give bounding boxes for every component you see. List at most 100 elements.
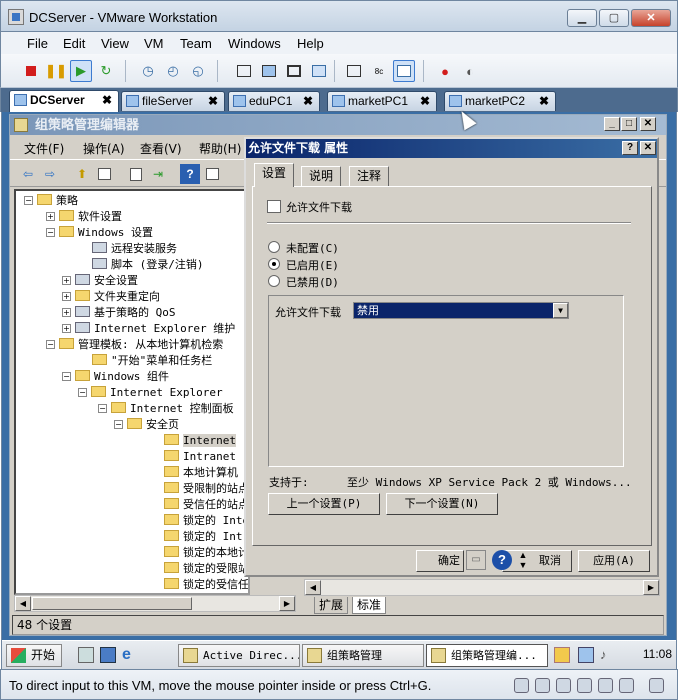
radio-not-configured-label[interactable]: 未配置(C) — [286, 240, 339, 256]
tree-node[interactable]: − 安全页 — [114, 417, 179, 433]
sound-card-icon[interactable] — [598, 678, 613, 693]
tray-alert-icon[interactable] — [554, 647, 570, 663]
power-off-icon[interactable] — [20, 60, 42, 82]
tree-node[interactable]: + 软件设置 — [46, 209, 122, 225]
menu-file[interactable]: File — [27, 36, 48, 51]
tree-node[interactable]: 锁定的受限站点 — [164, 561, 248, 577]
full-screen-icon[interactable] — [283, 60, 305, 82]
tree-node[interactable]: Internet — [164, 433, 236, 449]
previous-setting-button[interactable]: 上一个设置(P) — [268, 493, 380, 515]
menu-windows[interactable]: Windows — [228, 36, 281, 51]
tree-node[interactable]: + 安全设置 — [62, 273, 138, 289]
collapse-icon[interactable]: − — [46, 340, 55, 349]
collapse-icon[interactable]: − — [78, 388, 87, 397]
tree-node[interactable]: 本地计算机 — [164, 465, 238, 481]
sidebar-toggle-icon[interactable] — [233, 60, 255, 82]
record-icon[interactable]: ● — [434, 60, 456, 82]
back-icon[interactable]: ⇦ — [18, 164, 38, 184]
collapse-icon[interactable]: − — [114, 420, 123, 429]
tab-dcserver[interactable]: DCServer ✖ — [9, 90, 119, 112]
collapse-icon[interactable]: − — [62, 372, 71, 381]
tab-fileserver[interactable]: fileServer ✖ — [121, 91, 225, 111]
cd-drive-icon[interactable] — [535, 678, 550, 693]
tab-close-icon[interactable]: ✖ — [303, 92, 313, 110]
properties-icon[interactable] — [126, 164, 146, 184]
start-button[interactable]: 开始 — [6, 644, 62, 667]
tab-close-icon[interactable]: ✖ — [420, 92, 430, 110]
tray-volume-icon[interactable]: ♪ — [600, 647, 616, 663]
menu-file[interactable]: 文件(F) — [24, 140, 64, 157]
tab-standard[interactable]: 标准 — [352, 597, 387, 614]
tree-node[interactable]: − Internet 控制面板 — [98, 401, 234, 417]
tab-marketpc1[interactable]: marketPC1 ✖ — [327, 91, 437, 111]
export-list-icon[interactable]: ⇥ — [148, 164, 168, 184]
collapse-icon[interactable]: − — [98, 404, 107, 413]
scroll-left-icon[interactable]: ◀ — [15, 596, 31, 611]
network-adapter-icon[interactable] — [577, 678, 592, 693]
expand-icon[interactable]: + — [62, 276, 71, 285]
tree-node[interactable]: "开始"菜单和任务栏 — [92, 353, 212, 369]
option-select[interactable]: 禁用 ▼ — [353, 302, 569, 319]
menu-view[interactable]: 查看(V) — [140, 140, 182, 157]
scroll-right-icon[interactable]: ▶ — [279, 596, 295, 611]
details-horizontal-scrollbar[interactable]: ◀ ▶ — [304, 579, 660, 596]
tab-close-icon[interactable]: ✖ — [539, 92, 549, 110]
scroll-left-icon[interactable]: ◀ — [305, 580, 321, 595]
tab-comment[interactable]: 注释 — [349, 166, 390, 186]
menu-view[interactable]: View — [101, 36, 129, 51]
quick-switch-icon[interactable] — [258, 60, 280, 82]
help-icon[interactable]: ? — [492, 550, 512, 570]
menu-edit[interactable]: Edit — [63, 36, 85, 51]
spinner-icon[interactable]: ▲ ▼ — [517, 550, 529, 570]
keyboard-icon[interactable]: ▭ — [466, 550, 486, 570]
menu-help[interactable]: Help — [297, 36, 324, 51]
tree-node[interactable]: + 基于策略的 QoS — [62, 305, 176, 321]
radio-enabled[interactable] — [268, 258, 280, 270]
show-tree-icon[interactable] — [94, 164, 114, 184]
unity-icon[interactable] — [308, 60, 330, 82]
tree-node[interactable]: − Internet Explorer — [78, 385, 223, 401]
menu-team[interactable]: Team — [180, 36, 212, 51]
revert-snapshot-icon[interactable]: ◴ — [162, 60, 184, 82]
apply-button[interactable]: 应用(A) — [578, 550, 650, 572]
expand-icon[interactable]: + — [46, 212, 55, 221]
tree-node[interactable]: 脚本 (登录/注销) — [92, 257, 204, 273]
radio-enabled-label[interactable]: 已启用(E) — [286, 257, 339, 273]
tree-node[interactable]: 锁定的 Intranet — [164, 529, 248, 545]
tree-node[interactable]: 锁定的受信任的站点 — [164, 577, 248, 593]
minimize-button[interactable]: ▁ — [567, 9, 597, 27]
tab-explain[interactable]: 说明 — [301, 166, 342, 186]
snapshot-manager-icon[interactable]: ◵ — [187, 60, 209, 82]
up-folder-icon[interactable]: ⬆ — [72, 164, 92, 184]
summary-view-icon[interactable]: 8c — [368, 60, 390, 82]
tree-node[interactable]: 锁定的本地计算机 — [164, 545, 248, 561]
snapshot-icon[interactable]: ◷ — [137, 60, 159, 82]
collapse-icon[interactable]: − — [46, 228, 55, 237]
next-setting-button[interactable]: 下一个设置(N) — [386, 493, 498, 515]
filter-icon[interactable] — [202, 164, 222, 184]
replay-icon[interactable]: ◐ — [459, 60, 481, 82]
menu-help[interactable]: 帮助(H) — [199, 140, 241, 157]
tab-extended[interactable]: 扩展 — [314, 597, 349, 614]
tab-close-icon[interactable]: ✖ — [208, 92, 218, 110]
scroll-thumb[interactable] — [32, 597, 192, 610]
tree-node[interactable]: 锁定的 Internet — [164, 513, 248, 529]
tree-node[interactable]: Intranet — [164, 449, 236, 465]
cancel-button[interactable]: 取消 — [502, 550, 572, 572]
gpo-close-button[interactable]: ✕ — [640, 117, 656, 131]
tree-node[interactable]: − Windows 组件 — [62, 369, 169, 385]
dialog-help-button[interactable]: ? — [622, 141, 638, 155]
collapse-icon[interactable]: − — [24, 196, 33, 205]
tree-node[interactable]: + 文件夹重定向 — [62, 289, 160, 305]
console-view-icon[interactable] — [343, 60, 365, 82]
tab-edupc1[interactable]: eduPC1 ✖ — [228, 91, 320, 111]
radio-disabled-label[interactable]: 已禁用(D) — [286, 274, 339, 290]
menu-action[interactable]: 操作(A) — [83, 140, 125, 157]
expand-icon[interactable]: + — [62, 324, 71, 333]
dialog-close-button[interactable]: ✕ — [640, 141, 656, 155]
taskbar-item-gpo-editor[interactable]: 组策略管理编... — [426, 644, 548, 667]
clock[interactable]: 11:08 — [643, 647, 672, 661]
suspend-icon[interactable]: ❚❚ — [45, 60, 67, 82]
gpo-maximize-button[interactable]: □ — [621, 117, 637, 131]
close-button[interactable]: ✕ — [631, 9, 671, 27]
